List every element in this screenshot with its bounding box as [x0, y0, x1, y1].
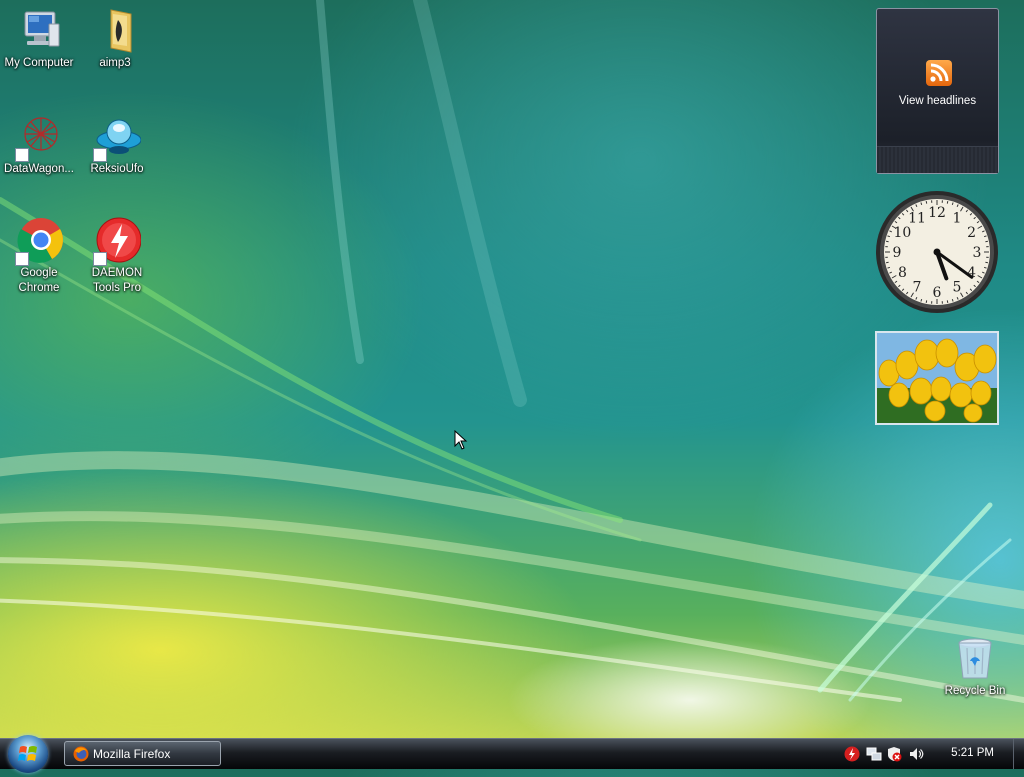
recycle-bin-icon [951, 634, 999, 682]
clock-numeral: 3 [973, 245, 982, 261]
desktop-icon-aimp3[interactable]: aimp3 [76, 6, 154, 71]
desktop-icon-recycle-bin[interactable]: Recycle Bin [936, 634, 1014, 699]
clock-tick [926, 300, 927, 303]
clock-numeral: 9 [893, 245, 902, 261]
taskbar: Mozilla Firefox 5:21 PM [0, 738, 1024, 769]
mouse-cursor-icon [454, 430, 468, 450]
clock-numeral: 5 [953, 280, 962, 296]
shortcut-arrow-icon [15, 252, 29, 266]
clock-numeral: 10 [893, 225, 911, 241]
clock-numeral: 2 [967, 225, 976, 241]
clock-tick [886, 262, 889, 263]
taskbar-button-label: Mozilla Firefox [93, 747, 170, 761]
shortcut-arrow-icon [93, 148, 107, 162]
windows-logo-icon [8, 735, 48, 773]
rss-gadget-footer [877, 146, 998, 173]
ufo-icon [93, 112, 141, 160]
system-tray: 5:21 PM [834, 739, 1024, 769]
folder-icon [91, 6, 139, 54]
taskbar-button-firefox[interactable]: Mozilla Firefox [64, 741, 221, 766]
desktop-icon-label: Google Chrome [0, 266, 78, 296]
desktop-icon-datawagon[interactable]: DataWagon... [0, 112, 78, 177]
clock-tick [926, 201, 927, 204]
desktop-icon-label: My Computer [0, 56, 78, 71]
daemon-tools-icon [93, 216, 141, 264]
clock-tick [947, 300, 948, 303]
tulips-photo [877, 333, 997, 423]
desktop-icon-daemon-tools[interactable]: DAEMON Tools Pro [78, 216, 156, 296]
rss-feed-icon [926, 60, 952, 86]
desktop-icon-my-computer[interactable]: My Computer [0, 6, 78, 71]
desktop-icon-label: DataWagon... [0, 162, 78, 177]
desktop-icon-google-chrome[interactable]: Google Chrome [0, 216, 78, 296]
daemon-tools-tray-icon[interactable] [844, 746, 860, 762]
clock-tick [886, 241, 889, 242]
network-icon[interactable] [866, 746, 882, 762]
show-desktop-button[interactable] [1013, 739, 1024, 769]
start-button[interactable] [8, 735, 48, 773]
volume-icon[interactable] [908, 746, 924, 762]
desktop-icon-label: aimp3 [76, 56, 154, 71]
clock-gadget[interactable]: 121234567891011 [874, 189, 1000, 315]
clock-tick [985, 241, 988, 242]
desktop-icon-reksioufo[interactable]: ReksioUfo [78, 112, 156, 177]
desktop-icon-label: DAEMON Tools Pro [78, 266, 156, 296]
clock-numeral: 11 [908, 210, 926, 226]
datawagon-icon [15, 112, 63, 160]
clock-numeral: 12 [928, 205, 946, 221]
clock-tick [985, 262, 988, 263]
firefox-icon [73, 746, 89, 762]
clock-numeral: 7 [913, 280, 922, 296]
clock-numeral: 6 [933, 285, 942, 301]
rss-feed-gadget[interactable]: View headlines [876, 8, 999, 174]
clock-time[interactable]: 5:21 PM [951, 747, 994, 759]
chrome-icon [15, 216, 63, 264]
computer-icon [15, 6, 63, 54]
clock-numeral: 1 [953, 210, 962, 226]
wallpaper [0, 0, 1024, 738]
clock-numeral: 8 [898, 265, 907, 281]
desktop-icon-label: ReksioUfo [78, 162, 156, 177]
security-alert-icon[interactable] [886, 746, 902, 762]
clock-tick [947, 201, 948, 204]
shortcut-arrow-icon [93, 252, 107, 266]
shortcut-arrow-icon [15, 148, 29, 162]
slideshow-gadget[interactable] [875, 331, 999, 425]
view-headlines-link[interactable]: View headlines [877, 95, 998, 107]
desktop-icon-label: Recycle Bin [936, 684, 1014, 699]
